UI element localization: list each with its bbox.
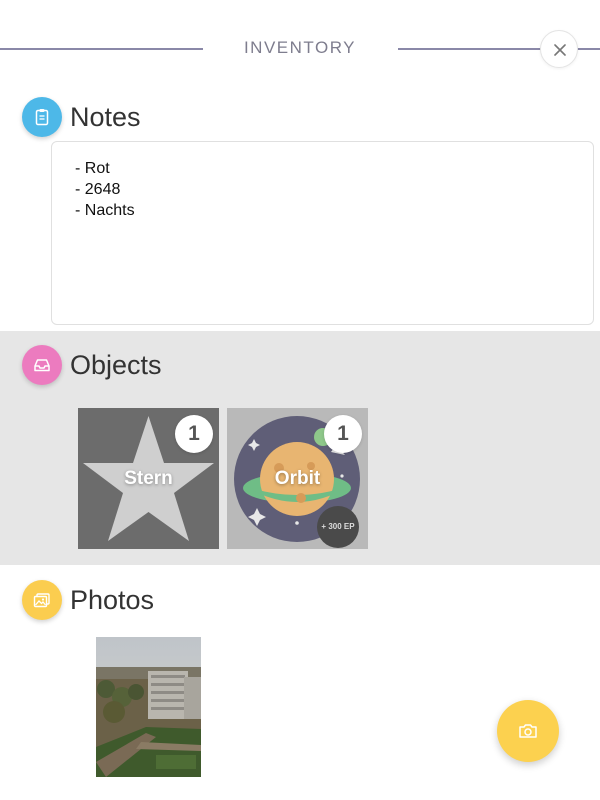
object-label: Orbit [274, 468, 321, 489]
notes-line: - Nachts [75, 202, 135, 219]
object-tile-orbit[interactable]: Orbit 1 + 300 EP [227, 408, 368, 549]
add-photo-button[interactable] [497, 700, 559, 762]
photos-section-icon [22, 580, 62, 620]
camera-icon [519, 724, 537, 738]
notes-line: - Rot [75, 160, 110, 177]
notes-section-icon [22, 97, 62, 137]
close-button[interactable] [540, 30, 578, 68]
object-label: Stern [124, 468, 173, 489]
photo-thumbnail[interactable] [96, 637, 201, 777]
clipboard-icon [35, 109, 49, 126]
header-divider-left [0, 48, 203, 50]
notes-heading: Notes [70, 102, 141, 132]
object-count-badge: 1 [324, 415, 362, 453]
page-title: INVENTORY [243, 38, 357, 57]
object-count-badge: 1 [175, 415, 213, 453]
notes-textarea[interactable]: - Rot - 2648 - Nachts [51, 141, 594, 325]
inbox-icon [34, 359, 50, 372]
close-icon [554, 44, 566, 56]
objects-heading: Objects [70, 350, 162, 380]
photo-image [96, 637, 201, 777]
photos-icon [33, 593, 50, 608]
header-bar: INVENTORY [0, 0, 600, 100]
notes-content: - Rot - 2648 - Nachts [75, 158, 135, 221]
objects-section-icon [22, 345, 62, 385]
photos-heading: Photos [70, 585, 155, 615]
reward-badge: + 300 EP [317, 506, 359, 548]
object-tile-stern[interactable]: Stern 1 [78, 408, 219, 549]
notes-line: - 2648 [75, 181, 121, 198]
